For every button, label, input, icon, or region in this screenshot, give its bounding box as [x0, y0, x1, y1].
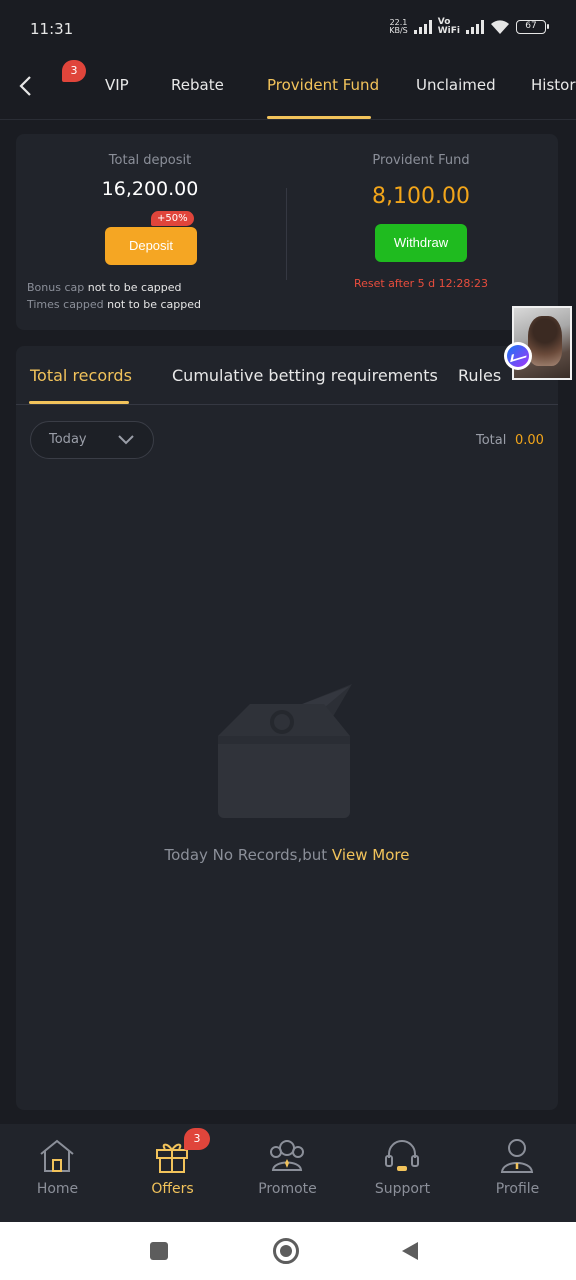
home-button-icon[interactable] — [273, 1238, 299, 1264]
nav-promote[interactable]: Promote — [230, 1124, 345, 1222]
tab-unclaimed[interactable]: Unclaimed — [416, 76, 496, 94]
total-deposit-label: Total deposit — [108, 153, 192, 168]
status-icons: 22.1 KB/S Vo WiFi 67 — [389, 17, 549, 36]
system-back-icon[interactable] — [402, 1242, 418, 1260]
total-label: Total — [476, 433, 507, 448]
tab-vip[interactable]: VIP — [105, 76, 129, 94]
tab-total-records[interactable]: Total records — [30, 366, 132, 385]
withdraw-button[interactable]: Withdraw — [375, 224, 467, 262]
nav-profile[interactable]: Profile — [460, 1124, 575, 1222]
records-tab-divider — [16, 404, 558, 405]
total-deposit-amount: 16,200.00 — [101, 178, 199, 200]
network-speed: 22.1 KB/S — [389, 18, 408, 35]
battery-icon: 67 — [516, 20, 549, 34]
tab-provident-fund[interactable]: Provident Fund — [267, 76, 379, 94]
status-time: 11:31 — [30, 20, 74, 38]
total-value: 0.00 — [515, 433, 544, 448]
system-navigation-bar — [0, 1222, 576, 1280]
avatar-photo — [528, 316, 562, 366]
active-tab-indicator — [267, 116, 371, 119]
tab-rules[interactable]: Rules — [458, 366, 501, 385]
messenger-icon[interactable] — [504, 342, 532, 370]
bonus-cap-line: Bonus cap not to be capped — [27, 281, 182, 294]
promote-icon — [270, 1140, 304, 1171]
vowifi-icon: Vo WiFi — [437, 17, 460, 36]
reset-countdown: Reset after 5 d 12:28:23 — [353, 277, 489, 290]
notification-badge: 3 — [62, 60, 86, 82]
provident-fund-summary-card: Total deposit 16,200.00 Deposit +50% Pro… — [16, 134, 558, 330]
back-arrow-icon[interactable] — [16, 74, 36, 98]
tab-cumulative-betting[interactable]: Cumulative betting requirements — [172, 366, 438, 385]
tab-history[interactable]: History — [531, 76, 576, 94]
provident-fund-label: Provident Fund — [372, 153, 470, 168]
empty-box-icon — [218, 684, 352, 818]
wifi-icon — [491, 20, 509, 34]
signal-icon — [413, 20, 432, 34]
provident-fund-amount: 8,100.00 — [372, 184, 470, 209]
nav-home[interactable]: Home — [0, 1124, 115, 1222]
empty-state-message: Today No Records,but View More — [164, 846, 410, 864]
signal-icon-2 — [466, 20, 484, 34]
tab-header: 3 VIP Rebate Provident Fund Unclaimed Hi… — [0, 58, 576, 120]
chevron-down-icon — [118, 435, 134, 445]
recent-apps-icon[interactable] — [150, 1242, 168, 1260]
deposit-button[interactable]: Deposit — [105, 227, 197, 265]
home-icon — [40, 1139, 74, 1172]
view-more-link[interactable]: View More — [332, 846, 410, 864]
date-filter-value: Today — [49, 432, 87, 447]
bottom-navigation: Home Offers Promote Support Profile — [0, 1124, 576, 1222]
status-bar: 11:31 22.1 KB/S Vo WiFi 67 — [0, 0, 576, 58]
tab-rebate[interactable]: Rebate — [171, 76, 224, 94]
date-filter-dropdown[interactable]: Today — [30, 421, 154, 459]
nav-offers[interactable]: Offers — [115, 1124, 230, 1222]
headset-icon — [385, 1140, 419, 1171]
records-panel: Total records Cumulative betting require… — [16, 346, 558, 1110]
times-capped-line: Times capped not to be capped — [27, 298, 201, 311]
deposit-bonus-badge: +50% — [151, 211, 194, 226]
offers-badge: 3 — [184, 1128, 210, 1150]
nav-support[interactable]: Support — [345, 1124, 460, 1222]
profile-icon — [500, 1139, 534, 1173]
